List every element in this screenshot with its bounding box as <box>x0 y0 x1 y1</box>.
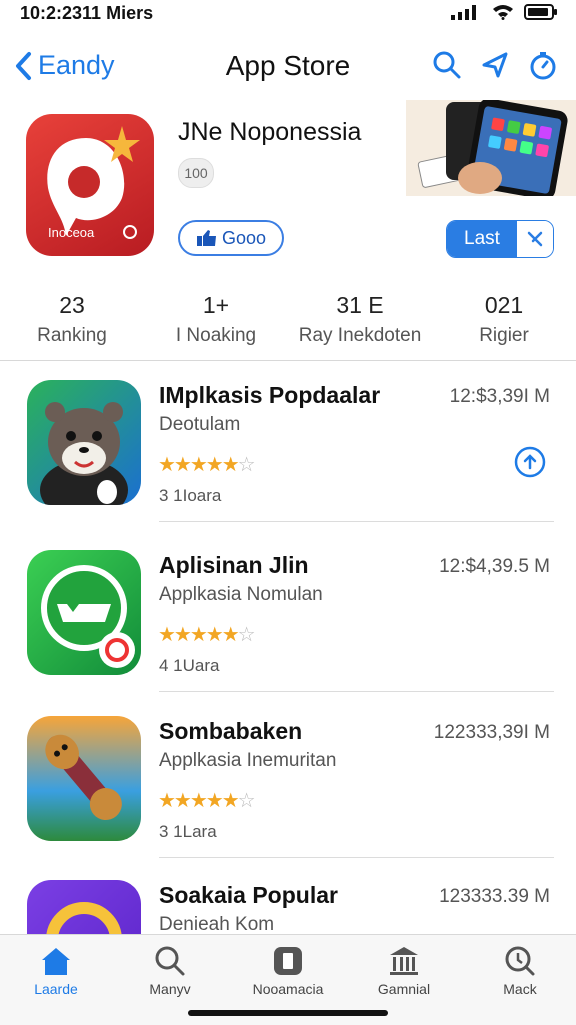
list-item[interactable]: Aplisinan Jlin Applkasia Nomulan ★★★★★☆ … <box>0 532 576 692</box>
rating-count: 3 1Lara <box>159 822 217 841</box>
search-icon[interactable] <box>432 50 462 80</box>
stat-item: 23 Ranking <box>0 292 144 356</box>
featured-icon-caption: Inoceoa <box>48 225 95 240</box>
app-name: IMplkasis Popdaalar <box>159 382 381 408</box>
app-category: Applkasia Inemuritan <box>159 750 337 771</box>
star-rating: ★★★★★☆ <box>158 454 256 476</box>
share-icon[interactable] <box>480 50 510 80</box>
divider <box>159 521 554 522</box>
featured-badge: 100 <box>178 158 214 188</box>
stat-label: Ranking <box>37 325 107 346</box>
cellular-signal-icon <box>451 5 476 20</box>
phone-image <box>406 98 576 200</box>
star-rating: ★★★★★☆ <box>158 624 256 646</box>
app-icon <box>27 550 141 675</box>
battery-icon <box>524 4 557 20</box>
list-item[interactable]: IMplkasis Popdaalar Deotulam ★★★★★☆ 3 1I… <box>0 362 576 522</box>
last-label: Last <box>447 221 517 257</box>
search-icon <box>155 946 185 976</box>
rating-count: 3 1Ioara <box>159 486 222 505</box>
tab-label: Gamnial <box>377 981 431 997</box>
featured-app: Inoceoa JNe Noponessia 100 Gooo Last <box>0 98 576 275</box>
app-icon <box>27 380 141 505</box>
hamster-icon <box>40 402 128 505</box>
get-button[interactable]: Gooo <box>178 220 284 256</box>
tab-updates[interactable]: Mack <box>470 941 570 997</box>
status-icons <box>450 4 558 20</box>
stat-label: Rigier <box>479 325 529 346</box>
updates-icon <box>505 946 535 976</box>
app-category: Denieah Kom <box>159 914 275 935</box>
collapse-icon <box>517 221 553 257</box>
home-icon <box>42 948 70 975</box>
stat-value: 1+ <box>202 292 230 318</box>
games-icon <box>390 947 418 975</box>
featured-app-icon[interactable]: Inoceoa <box>26 114 154 256</box>
stat-value: 23 <box>59 292 85 318</box>
home-indicator <box>188 1010 388 1016</box>
stat-item: 31 E Ray Inekdoten <box>288 292 432 356</box>
app-icon <box>27 716 141 841</box>
status-bar: 10:2:2311 Miers <box>0 0 576 28</box>
app-size: 122333,39I M <box>433 722 550 743</box>
app-name: Soakaia Popular <box>159 882 338 908</box>
tab-label: Laarde <box>34 981 78 997</box>
tab-games[interactable]: Gamnial <box>354 941 454 997</box>
thumbs-up-icon <box>196 230 216 246</box>
star-rating: ★★★★★☆ <box>158 790 256 812</box>
tab-label: Manyv <box>149 981 191 997</box>
list-item[interactable]: Sombabaken Applkasia Inemuritan ★★★★★☆ 3… <box>0 698 576 858</box>
tab-label: Mack <box>503 981 537 997</box>
tab-apps[interactable]: Nooamacia <box>238 941 338 997</box>
circle-icon <box>123 225 137 239</box>
status-time: 10:2:2311 Miers <box>20 3 154 23</box>
app-name: Sombabaken <box>159 718 303 744</box>
rocket-icon <box>45 734 122 821</box>
divider <box>159 691 554 692</box>
featured-screenshot <box>406 98 576 200</box>
stats-bar: 23 Ranking 1+ I Noaking 31 E Ray Inekdot… <box>0 292 576 356</box>
stat-value: 31 E <box>336 292 384 318</box>
app-size: 12:$4,39.5 M <box>439 556 550 577</box>
wifi-icon <box>493 5 513 20</box>
download-icon[interactable] <box>514 446 546 478</box>
last-button[interactable]: Last <box>446 220 554 258</box>
tab-label: Nooamacia <box>252 981 324 997</box>
stat-label: Ray Inekdoten <box>298 325 422 346</box>
nav-actions <box>432 50 558 80</box>
stat-item: 1+ I Noaking <box>144 292 288 356</box>
navigation-bar: Eandy App Store <box>0 40 576 96</box>
app-category: Applkasia Nomulan <box>159 584 323 605</box>
chat-icon <box>41 565 135 668</box>
get-label: Gooo <box>221 227 267 248</box>
stat-label: I Noaking <box>175 325 257 346</box>
timer-icon[interactable] <box>528 50 558 80</box>
app-category: Deotulam <box>159 414 241 435</box>
stat-value: 021 <box>484 292 524 318</box>
divider <box>159 857 554 858</box>
stat-item: 021 Rigier <box>432 292 576 356</box>
app-size: 12:$3,39I M <box>449 386 550 407</box>
tab-search[interactable]: Manyv <box>120 941 220 997</box>
tab-home[interactable]: Laarde <box>6 941 106 997</box>
featured-app-title: JNe Noponessia <box>178 118 362 146</box>
apps-icon <box>274 947 302 975</box>
app-size: 123333.39 M <box>439 886 550 907</box>
rating-count: 4 1Uara <box>159 656 220 675</box>
app-name: Aplisinan Jlin <box>159 552 309 578</box>
divider <box>0 360 576 361</box>
